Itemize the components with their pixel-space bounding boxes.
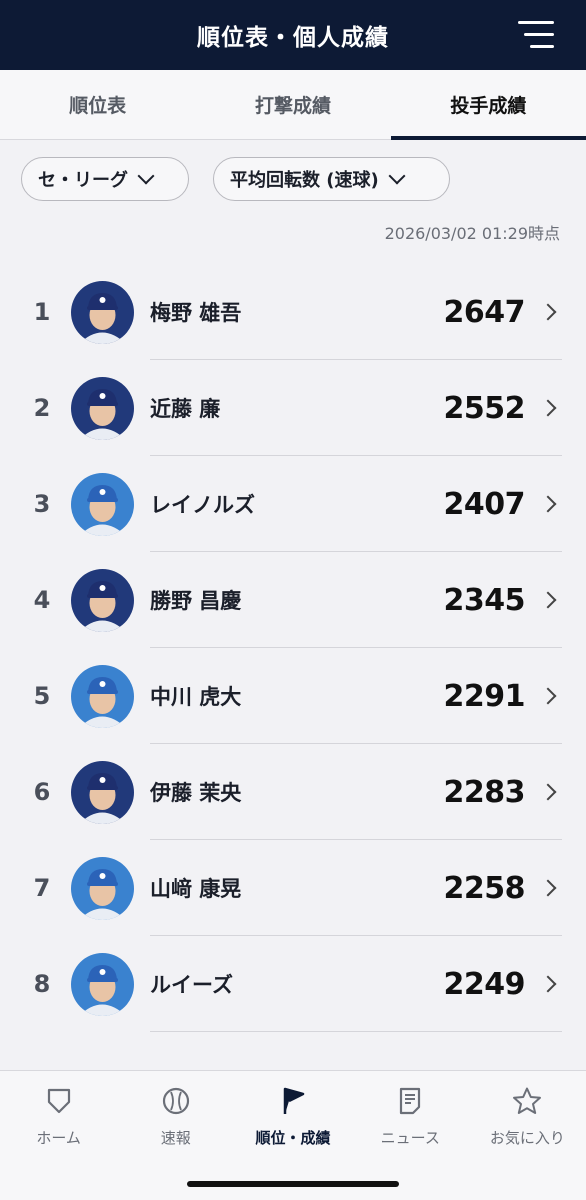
player-row[interactable]: 2 近藤 廉 2552	[0, 360, 586, 456]
app: 順位表・個人成績 順位表 打撃成績 投手成績 セ・リーグ 平均回転数 (速球) …	[0, 0, 586, 1200]
player-row[interactable]: 6 伊藤 茉央 2283	[0, 744, 586, 840]
flag-icon	[279, 1085, 307, 1117]
news-icon	[398, 1085, 422, 1117]
avatar	[71, 664, 134, 728]
player-name: 中川 虎大	[150, 685, 242, 709]
avatar	[71, 280, 134, 344]
rank-number: 7	[33, 874, 51, 902]
stat-value: 2258	[443, 870, 526, 906]
menu-icon[interactable]	[518, 21, 554, 49]
rank-number: 5	[33, 682, 51, 710]
chevron-right-icon	[539, 495, 557, 513]
metric-label: 平均回転数 (速球)	[230, 170, 379, 191]
tab-pitching[interactable]: 投手成績	[390, 70, 586, 140]
stat-value: 2249	[443, 966, 526, 1002]
tab-standings[interactable]: 順位表	[0, 70, 195, 139]
player-row[interactable]: 8 ルイーズ 2249	[0, 936, 586, 1032]
player-row[interactable]: 5 中川 虎大 2291	[0, 648, 586, 744]
player-name: レイノルズ	[150, 493, 255, 517]
stat-value: 2283	[443, 774, 526, 810]
avatar	[71, 856, 134, 920]
chevron-right-icon	[539, 975, 557, 993]
nav-label: ニュース	[380, 1129, 440, 1147]
chevron-right-icon	[539, 783, 557, 801]
header: 順位表・個人成績	[0, 0, 586, 70]
chevron-right-icon	[539, 687, 557, 705]
avatar	[71, 472, 134, 536]
home-plate-icon	[46, 1085, 72, 1117]
nav-label: 順位・成績	[255, 1129, 331, 1147]
rank-number: 6	[33, 778, 51, 806]
chevron-down-icon	[137, 167, 155, 185]
stat-value: 2647	[443, 294, 526, 330]
tab-batting[interactable]: 打撃成績	[195, 70, 390, 139]
nav-label: 速報	[160, 1129, 191, 1147]
player-row[interactable]: 7 山﨑 康晃 2258	[0, 840, 586, 936]
league-dropdown[interactable]: セ・リーグ	[21, 157, 189, 201]
rank-number: 3	[33, 490, 51, 518]
rank-number: 4	[33, 586, 51, 614]
stat-value: 2291	[443, 678, 526, 714]
chevron-right-icon	[539, 303, 557, 321]
chevron-right-icon	[539, 879, 557, 897]
nav-favorites[interactable]: お気に入り	[469, 1071, 586, 1200]
player-name: 勝野 昌慶	[150, 589, 242, 613]
league-label: セ・リーグ	[38, 170, 128, 191]
stat-value: 2552	[443, 390, 526, 426]
ranking-list: 1 梅野 雄吾 2647 2 近藤 廉 2552 3 レイノルズ 2407 4 勝野 昌慶 2345 5…	[0, 264, 586, 1032]
page-title: 順位表・個人成績	[197, 25, 389, 51]
star-icon	[512, 1085, 542, 1117]
tab-bar: 順位表 打撃成績 投手成績	[0, 70, 586, 140]
player-name: 梅野 雄吾	[150, 301, 242, 325]
chevron-down-icon	[388, 167, 406, 185]
filter-bar: セ・リーグ 平均回転数 (速球)	[21, 157, 450, 201]
nav-home[interactable]: ホーム	[0, 1071, 117, 1200]
player-name: 近藤 廉	[150, 397, 221, 421]
player-row[interactable]: 1 梅野 雄吾 2647	[0, 264, 586, 360]
avatar	[71, 376, 134, 440]
metric-dropdown[interactable]: 平均回転数 (速球)	[213, 157, 450, 201]
updated-timestamp: 2026/03/02 01:29時点	[384, 224, 560, 243]
rank-number: 2	[33, 394, 51, 422]
player-name: 伊藤 茉央	[150, 781, 242, 805]
nav-label: ホーム	[36, 1129, 81, 1147]
avatar	[71, 760, 134, 824]
player-row[interactable]: 4 勝野 昌慶 2345	[0, 552, 586, 648]
chevron-right-icon	[539, 591, 557, 609]
avatar	[71, 952, 134, 1016]
nav-label: お気に入り	[489, 1129, 565, 1147]
baseball-icon	[162, 1085, 190, 1117]
player-row[interactable]: 3 レイノルズ 2407	[0, 456, 586, 552]
rank-number: 1	[33, 298, 51, 326]
player-name: 山﨑 康晃	[150, 877, 242, 901]
rank-number: 8	[33, 970, 51, 998]
player-name: ルイーズ	[150, 973, 233, 997]
chevron-right-icon	[539, 399, 557, 417]
stat-value: 2407	[443, 486, 526, 522]
stat-value: 2345	[443, 582, 526, 618]
home-indicator	[187, 1181, 399, 1187]
avatar	[71, 568, 134, 632]
